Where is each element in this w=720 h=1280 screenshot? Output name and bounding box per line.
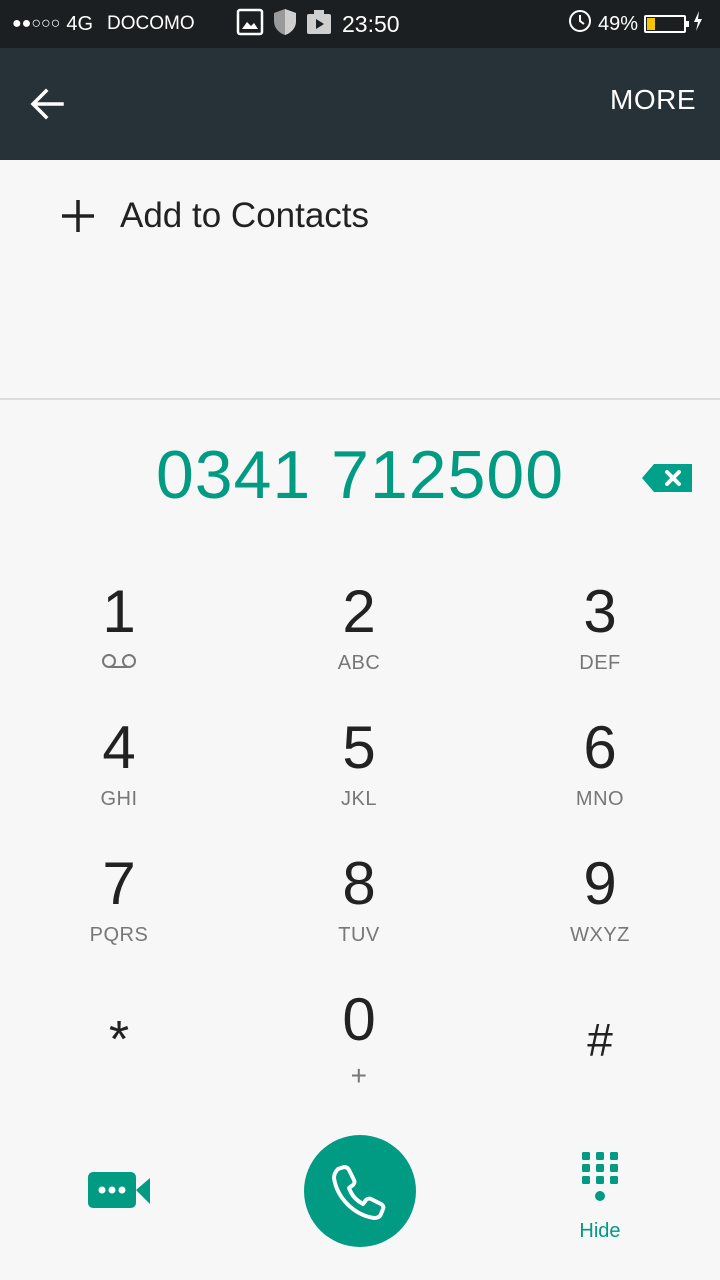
key-letters: + — [350, 1060, 368, 1091]
key-digit: # — [587, 1014, 613, 1066]
key-6[interactable]: 6 MNO — [500, 718, 700, 838]
alarm-icon — [568, 9, 592, 39]
charging-icon — [692, 10, 704, 38]
key-letters: DEF — [579, 652, 621, 674]
key-letters: MNO — [575, 788, 625, 810]
key-letters: PQRS — [89, 924, 149, 946]
video-call-button[interactable] — [86, 1170, 152, 1212]
key-digit: 2 — [342, 578, 376, 645]
plus-icon — [62, 200, 94, 232]
key-letters: WXYZ — [570, 924, 630, 946]
media-icon — [306, 8, 332, 41]
key-3[interactable]: 3 DEF — [500, 582, 700, 702]
key-digit: 6 — [583, 714, 617, 781]
network-type: 4G — [66, 12, 94, 35]
key-digit: 5 — [342, 714, 376, 781]
battery-icon — [644, 15, 689, 33]
phone-icon — [332, 1165, 386, 1220]
call-button[interactable] — [304, 1135, 416, 1247]
back-button[interactable] — [26, 82, 70, 126]
key-8[interactable]: 8 TUV — [259, 854, 459, 974]
key-4[interactable]: 4 GHI — [19, 718, 219, 838]
key-letters: GHI — [100, 788, 138, 810]
battery-level — [647, 18, 655, 30]
shield-icon — [272, 8, 298, 41]
key-digit: 0 — [342, 986, 376, 1053]
key-star[interactable]: * — [19, 1010, 219, 1130]
dialpad-icon — [582, 1152, 618, 1201]
key-digit: 4 — [102, 714, 136, 781]
hide-label: Hide — [579, 1220, 621, 1242]
key-digit: * — [108, 1011, 130, 1069]
key-digit: 7 — [102, 850, 136, 917]
arrow-back-icon — [30, 88, 64, 120]
key-2[interactable]: 2 ABC — [259, 582, 459, 702]
more-button[interactable]: MORE — [610, 84, 696, 116]
key-letters: JKL — [341, 788, 377, 810]
key-9[interactable]: 9 WXYZ — [500, 854, 700, 974]
signal-strength: ●●○○○ — [12, 15, 61, 32]
carrier-name: DOCOMO — [107, 13, 195, 34]
add-to-contacts-label: Add to Contacts — [120, 196, 370, 235]
key-letters: ABC — [337, 652, 381, 674]
voicemail-icon — [19, 652, 219, 676]
key-5[interactable]: 5 JKL — [259, 718, 459, 838]
key-hash[interactable]: # — [500, 1010, 700, 1130]
key-0[interactable]: 0 + — [259, 990, 459, 1110]
key-1[interactable]: 1 — [19, 582, 219, 702]
backspace-button[interactable] — [640, 462, 694, 494]
battery-percent: 49% — [597, 12, 638, 35]
key-digit: 1 — [102, 578, 136, 645]
image-icon — [236, 8, 264, 41]
key-digit: 3 — [583, 578, 617, 645]
status-bar: ●●○○○ 4G DOCOMO 23:50 49% — [0, 0, 720, 48]
key-digit: 8 — [342, 850, 376, 917]
clock-time: 23:50 — [342, 10, 400, 37]
key-7[interactable]: 7 PQRS — [19, 854, 219, 974]
hide-dialpad-button[interactable]: Hide — [560, 1150, 640, 1250]
dialed-number[interactable]: 0341 712500 — [0, 436, 720, 514]
backspace-icon — [642, 464, 692, 492]
key-letters: TUV — [338, 924, 380, 946]
add-to-contacts-button[interactable]: Add to Contacts — [60, 196, 369, 236]
app-toolbar: MORE — [0, 48, 720, 160]
key-digit: 9 — [583, 850, 617, 917]
add-contact-area: Add to Contacts — [0, 160, 720, 400]
video-call-icon — [88, 1172, 150, 1208]
